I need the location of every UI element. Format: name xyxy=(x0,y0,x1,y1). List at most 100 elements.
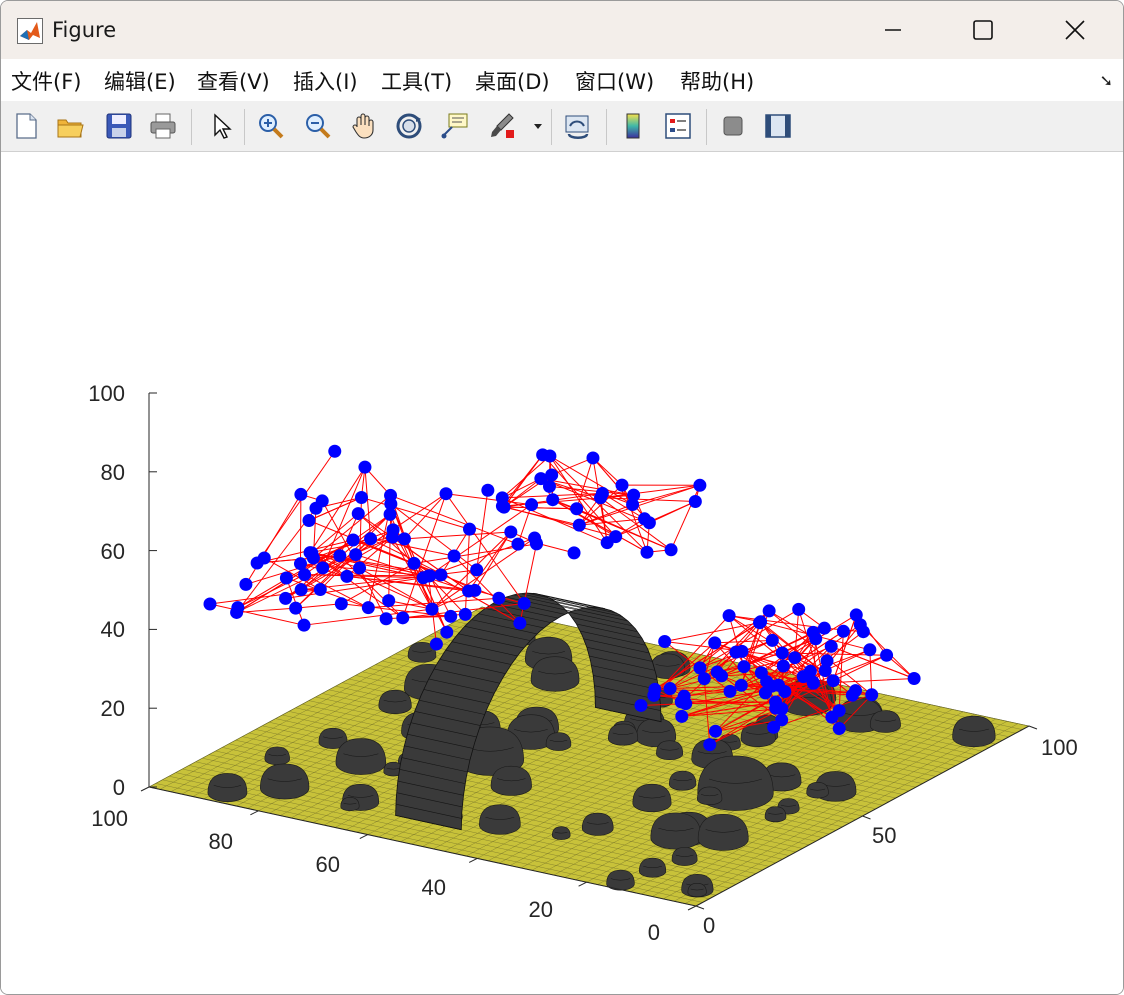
dock-arrow-icon[interactable]: ➘ xyxy=(1100,71,1113,90)
path-node xyxy=(567,546,581,560)
path-node xyxy=(663,682,677,696)
x-tick xyxy=(695,905,705,910)
path-node xyxy=(708,724,722,738)
path-node xyxy=(525,498,539,512)
menu-edit[interactable]: 编辑(E) xyxy=(104,66,176,96)
hide-plot-tools-button[interactable] xyxy=(716,109,750,143)
path-node xyxy=(767,720,781,734)
path-node xyxy=(382,594,396,608)
path-node xyxy=(361,601,375,615)
path-node xyxy=(758,686,772,700)
zoom-in-button[interactable] xyxy=(254,109,288,143)
path-node xyxy=(570,502,584,516)
path-node xyxy=(294,583,308,597)
path-node xyxy=(865,688,879,702)
figure-canvas[interactable]: 0 20 40 60 80 100 100 80 60 40 20 0 0 50… xyxy=(1,152,1123,994)
pan-hand-icon xyxy=(352,113,374,139)
path-node xyxy=(849,684,863,698)
figure-toolbar xyxy=(1,101,1123,152)
menu-file[interactable]: 文件(F) xyxy=(11,66,81,96)
rotate-button[interactable] xyxy=(392,109,426,143)
path-node xyxy=(534,472,548,486)
y-tick-label: 0 xyxy=(648,920,660,945)
path-node xyxy=(546,493,560,507)
colorbar-button[interactable] xyxy=(616,109,650,143)
menu-tools[interactable]: 工具(T) xyxy=(381,66,452,96)
open-button[interactable] xyxy=(53,109,87,143)
path-edge xyxy=(404,493,447,540)
path-edge xyxy=(502,505,616,538)
path-node xyxy=(693,661,707,675)
edit-plot-button[interactable] xyxy=(204,109,238,143)
menu-help[interactable]: 帮助(H) xyxy=(680,66,754,96)
maximize-button[interactable] xyxy=(937,1,1029,59)
colorbar-icon xyxy=(626,113,640,139)
legend-button[interactable] xyxy=(661,109,695,143)
window-title: Figure xyxy=(52,18,117,42)
new-figure-button[interactable] xyxy=(9,109,43,143)
path-node xyxy=(832,704,846,718)
close-button[interactable] xyxy=(1029,1,1121,59)
path-node xyxy=(792,602,806,616)
z-tick-label: 20 xyxy=(101,696,125,721)
menu-window[interactable]: 窗口(W) xyxy=(575,66,654,96)
rotate-3d-icon xyxy=(396,113,422,139)
x-tick-label: 0 xyxy=(703,913,715,938)
path-node xyxy=(303,546,317,560)
data-cursor-button[interactable] xyxy=(438,109,472,143)
path-node xyxy=(379,612,393,626)
path-node xyxy=(230,605,244,619)
menu-insert[interactable]: 插入(I) xyxy=(293,66,358,96)
path-node xyxy=(386,523,400,537)
path-node xyxy=(856,625,870,639)
path-node xyxy=(302,513,316,527)
menu-desktop[interactable]: 桌面(D) xyxy=(475,66,550,96)
path-node xyxy=(293,557,307,571)
path-node xyxy=(358,460,372,474)
link-plot-button[interactable] xyxy=(561,109,595,143)
path-node xyxy=(458,607,472,621)
path-node xyxy=(349,548,363,562)
print-button[interactable] xyxy=(146,109,180,143)
toolbar-separator xyxy=(244,109,245,145)
path-node xyxy=(658,635,672,649)
axes-3d[interactable]: 0 20 40 60 80 100 100 80 60 40 20 0 0 50… xyxy=(1,152,1123,994)
save-icon xyxy=(106,113,132,139)
path-node xyxy=(788,651,802,665)
show-plot-tools-icon xyxy=(765,114,791,138)
path-node xyxy=(688,494,702,508)
minimize-button[interactable] xyxy=(847,1,939,59)
zoom-out-button[interactable] xyxy=(301,109,335,143)
path-node xyxy=(627,488,641,502)
y-tick-label: 40 xyxy=(422,875,446,900)
path-node xyxy=(315,494,329,508)
path-node xyxy=(806,675,820,689)
menu-view[interactable]: 查看(V) xyxy=(197,66,270,96)
path-node xyxy=(434,568,448,582)
path-node xyxy=(729,645,743,659)
path-edge xyxy=(576,457,594,509)
path-node xyxy=(715,669,729,683)
path-node xyxy=(586,451,600,465)
path-node xyxy=(615,478,629,492)
path-node xyxy=(364,532,378,546)
path-edge xyxy=(364,467,372,539)
save-button[interactable] xyxy=(102,109,136,143)
y-tick-label: 100 xyxy=(91,806,128,831)
path-edge xyxy=(649,501,696,524)
path-node xyxy=(762,604,776,618)
path-node xyxy=(495,499,509,513)
path-node xyxy=(664,543,678,557)
path-node xyxy=(647,688,661,702)
path-node xyxy=(675,709,689,723)
path-edge xyxy=(670,485,701,550)
show-plot-tools-button[interactable] xyxy=(761,109,795,143)
brush-dropdown-button[interactable] xyxy=(529,109,547,143)
zoom-in-icon xyxy=(259,114,284,139)
zoom-out-icon xyxy=(306,114,331,139)
path-node xyxy=(693,478,707,492)
toolbar-separator xyxy=(706,109,707,145)
brush-button[interactable] xyxy=(485,109,519,143)
path-node xyxy=(529,536,543,550)
pan-button[interactable] xyxy=(347,109,381,143)
